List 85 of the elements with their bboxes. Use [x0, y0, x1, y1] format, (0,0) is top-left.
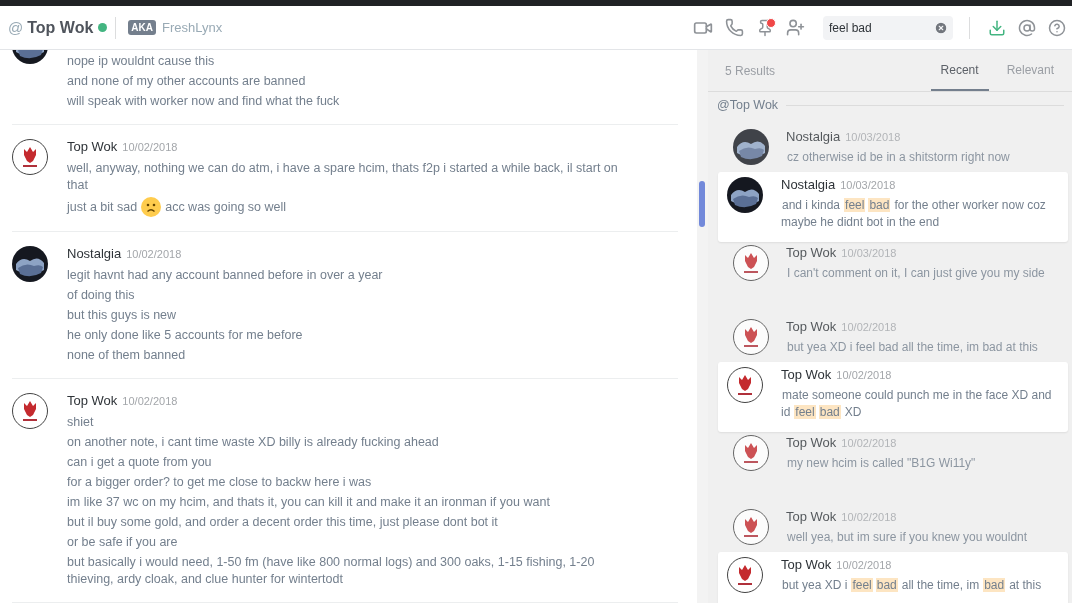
message-date: 10/03/2018 — [845, 131, 901, 143]
message-author: Top Wok — [786, 245, 837, 260]
message-text: my new hcim is called "B1G Wi11y" — [786, 455, 977, 472]
message-date: 10/03/2018 — [841, 247, 897, 259]
avatar-flame-logo — [727, 367, 763, 403]
message-author: Nostalgia — [786, 129, 841, 144]
message-author: Top Wok — [67, 139, 118, 154]
message-text: and i kinda feel bad for the other worker now coz maybe he didnt bot in the end — [781, 197, 1047, 231]
message-author: Top Wok — [786, 435, 837, 450]
message-date: 10/02/2018 — [841, 511, 897, 523]
message-date: 10/02/2018 — [126, 248, 182, 260]
channel-title: Top Wok — [27, 18, 94, 37]
message-text: legit havnt had any account banned before in over a year — [67, 267, 384, 284]
scrollbar-thumb[interactable] — [699, 181, 705, 227]
message-author: Top Wok — [67, 393, 118, 408]
pin-button[interactable] — [756, 18, 774, 37]
message-author: Top Wok — [786, 509, 837, 524]
message-author: Nostalgia — [67, 246, 122, 261]
context-message[interactable]: Top Wok 10/02/2018 my new hcim is called "B1G Wi11y" — [718, 432, 1068, 478]
avatar-flame-logo — [12, 393, 48, 429]
message-text: will speak with worker now and find what the fuck — [67, 93, 341, 110]
avatar-flame-logo — [12, 139, 48, 175]
message-text: none of them banned — [67, 347, 187, 364]
message-text: but yea XD i feel bad all the time, im bad at this — [781, 577, 1043, 594]
message-date: 10/02/2018 — [841, 437, 897, 449]
message-text: he only done like 5 accounts for me before — [67, 327, 304, 344]
avatar-flame-logo — [733, 509, 769, 545]
message-date: 10/02/2018 — [122, 141, 178, 153]
search-result-card[interactable]: Top Wok 10/02/2018 but yea XD i feel bad all the time, im bad at this — [718, 552, 1068, 603]
message-text: can i get a quote from you — [67, 454, 213, 471]
results-count: 5 Results — [725, 63, 776, 78]
mentions-button[interactable] — [1018, 18, 1036, 37]
channel-label: @Top Wok — [717, 98, 779, 112]
message-text: well yea, but im sure if you knew you wouldnt — [786, 529, 1029, 546]
message-date: 10/03/2018 — [840, 179, 896, 191]
search-result-card[interactable]: Top Wok 10/02/2018 mate someone could punch me in the face XD and id feel bad XD — [718, 362, 1068, 432]
message-text: on another note, i cant time waste XD billy is already fucking ahead — [67, 434, 440, 451]
avatar-flame-logo — [727, 557, 763, 593]
message-text: shiet — [67, 414, 95, 431]
message-text: well, anyway, nothing we can do atm, i have a spare hcim, thats f2p i started a while back, il start on that — [67, 160, 619, 194]
message-text: nope ip wouldnt cause this — [67, 53, 216, 70]
message-date: 10/02/2018 — [841, 321, 897, 333]
message-text: of doing this — [67, 287, 136, 304]
clear-search-button[interactable] — [934, 20, 948, 35]
help-button[interactable] — [1048, 18, 1066, 37]
at-sign: @ — [8, 19, 24, 36]
avatar-flame-logo — [733, 435, 769, 471]
message-text: but yea XD i feel bad all the time, im bad at this — [786, 339, 1039, 356]
message-text: cz otherwise id be in a shitstorm right now — [786, 149, 1011, 166]
add-user-button[interactable] — [786, 18, 805, 37]
message-date: 10/02/2018 — [836, 369, 892, 381]
avatar-landscape-image — [727, 177, 763, 213]
message-author: Nostalgia — [781, 177, 836, 192]
context-message[interactable]: Top Wok 10/03/2018 I can't comment on it, I can just give you my side — [718, 242, 1068, 288]
message-text: im like 37 wc on my hcim, and thats it, you can kill it and make it an ironman if you want — [67, 494, 551, 511]
message-date: 10/02/2018 — [122, 395, 178, 407]
message-text: I can't comment on it, I can just give you my side — [786, 265, 1046, 282]
message-text: acc was going so well — [165, 198, 287, 216]
message-text: just a bit sad — [67, 198, 138, 216]
message-text: and none of my other accounts are banned — [67, 73, 307, 90]
avatar-flame-logo — [733, 319, 769, 355]
aka-name: FreshLynx — [161, 20, 223, 35]
message-author: Top Wok — [781, 557, 832, 572]
avatar-landscape-image — [12, 246, 48, 282]
message-date: 10/02/2018 — [836, 559, 892, 571]
message-author: Top Wok — [786, 319, 837, 334]
aka-badge: AKA — [128, 20, 156, 35]
search-field[interactable]: feel bad — [823, 15, 953, 40]
sort-tab[interactable]: Recent — [930, 50, 989, 91]
context-message[interactable]: Top Wok 10/02/2018 well yea, but im sure if you knew you wouldnt — [718, 506, 1068, 552]
message-text: mate someone could punch me in the face XD and id feel bad XD — [781, 387, 1053, 421]
context-message[interactable]: Nostalgia 10/03/2018 cz otherwise id be in a shitstorm right now — [718, 126, 1068, 172]
message-text: for a bigger order? to get me close to backw here i was — [67, 474, 373, 491]
message-text: or be safe if you are — [67, 534, 179, 551]
avatar-flame-logo — [733, 245, 769, 281]
avatar-landscape-image — [733, 129, 769, 165]
message-text: but basically i would need, 1-50 fm (have like 800 normal logs) and 300 oaks, 1-15 fishing, 1-20 thieving, ardy cloak, and clue hunter for wintertodt — [67, 554, 596, 588]
message-text: but il buy some gold, and order a decent order this time, just please dont bot it — [67, 514, 499, 531]
search-result-card[interactable]: Nostalgia 10/03/2018 and i kinda feel bad for the other worker now coz maybe he didnt bot in the end — [718, 172, 1068, 242]
download-button[interactable] — [988, 18, 1006, 37]
context-message[interactable]: Top Wok 10/02/2018 but yea XD i feel bad all the time, im bad at this — [718, 316, 1068, 362]
phone-call-button[interactable] — [725, 18, 744, 37]
message-author: Top Wok — [781, 367, 832, 382]
message-text: but this guys is new — [67, 307, 178, 324]
frowning-face-emoji — [141, 197, 162, 217]
